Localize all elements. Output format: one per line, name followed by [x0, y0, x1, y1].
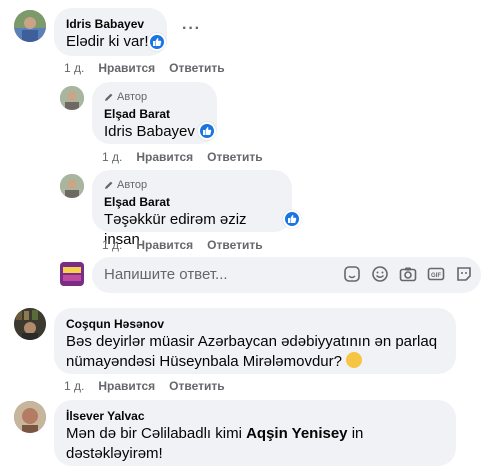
comment-bubble: Coşqun Həsənov Bəs deyirlər müasir Azərb… — [54, 308, 456, 374]
like-icon[interactable] — [148, 33, 166, 51]
author-badge: Автор — [104, 178, 280, 192]
comment-author[interactable]: Coşqun Həsənov — [66, 316, 444, 332]
like-icon[interactable] — [283, 210, 301, 228]
like-button[interactable]: Нравится — [98, 378, 155, 394]
svg-text:GIF: GIF — [431, 273, 441, 279]
current-user-avatar[interactable] — [60, 262, 84, 286]
gif-icon[interactable]: GIF — [427, 265, 445, 283]
reply-button[interactable]: Ответить — [207, 237, 262, 253]
comment-author[interactable]: Elşad Barat — [104, 194, 280, 210]
sticker-smile-icon[interactable] — [455, 265, 473, 283]
comment-bubble: İlsever Yalvac Mən də bir Cəlilabadlı ki… — [54, 400, 456, 466]
emoji-icon[interactable] — [371, 265, 389, 283]
comment-time[interactable]: 1 д. — [102, 237, 122, 253]
avatar-ilsever-yalvac[interactable] — [14, 401, 46, 433]
reply-button[interactable]: Ответить — [169, 378, 224, 394]
comment-actions: 1 д. Нравится Ответить — [102, 149, 263, 165]
avatar-idris-babayev[interactable] — [14, 10, 46, 42]
pencil-icon — [105, 93, 113, 101]
pencil-icon — [105, 181, 113, 189]
reply-button[interactable]: Ответить — [169, 60, 224, 76]
camera-icon[interactable] — [399, 265, 417, 283]
comment-text-line: nümayəndəsi Hüseynbala Mirələmovdur? — [66, 353, 342, 370]
comment-author[interactable]: İlsever Yalvac — [66, 408, 444, 424]
tagged-name[interactable]: Idris Babayev — [104, 123, 195, 140]
like-button[interactable]: Нравится — [98, 60, 155, 76]
comment-actions: 1 д. Нравится Ответить — [64, 60, 225, 76]
comment-actions: 1 д. Нравится Ответить — [64, 378, 225, 394]
reply-input-tools: GIF — [343, 265, 473, 283]
comment-actions: 1 д. Нравится Ответить — [102, 237, 263, 253]
comment-time[interactable]: 1 д. — [64, 378, 84, 394]
avatar-elshad-barat[interactable] — [60, 174, 84, 198]
comment-author[interactable]: Idris Babayev — [66, 16, 155, 32]
reply-input[interactable]: Напишите ответ... GIF — [92, 257, 481, 293]
sticker-icon[interactable] — [343, 265, 361, 283]
comment-bubble: Автор Elşad Barat Təşəkkür edirəm əziz i… — [92, 170, 292, 248]
avatar-coshqun-hasanov[interactable] — [14, 308, 46, 340]
comment-author[interactable]: Elşad Barat — [104, 106, 205, 122]
reply-input-placeholder: Напишите ответ... — [104, 266, 228, 283]
comment-time[interactable]: 1 д. — [64, 60, 84, 76]
like-button[interactable]: Нравится — [136, 237, 193, 253]
avatar-elshad-barat[interactable] — [60, 86, 84, 110]
author-badge-label: Автор — [117, 91, 148, 103]
comment-time[interactable]: 1 д. — [102, 149, 122, 165]
author-badge-label: Автор — [117, 179, 148, 191]
thinking-emoji-icon — [346, 352, 363, 368]
comment-text: Elədir ki var! — [66, 33, 149, 50]
like-button[interactable]: Нравится — [136, 149, 193, 165]
comment-text-line: Bəs deyirlər müasir Azərbaycan ədəbiyyat… — [66, 333, 438, 350]
comment-text-line: in — [347, 425, 364, 442]
comment-bubble: Idris Babayev Elədir ki var! — [54, 8, 167, 56]
like-icon[interactable] — [198, 122, 216, 140]
author-badge: Автор — [104, 90, 205, 104]
tagged-name[interactable]: Aqşin Yenisey — [246, 425, 347, 442]
reply-button[interactable]: Ответить — [207, 149, 262, 165]
comment-text-line: dəstəkləyirəm! — [66, 445, 163, 462]
more-options-icon[interactable]: ··· — [182, 20, 201, 38]
comment-text-line: Mən də bir Cəlilabadlı kimi — [66, 425, 247, 442]
